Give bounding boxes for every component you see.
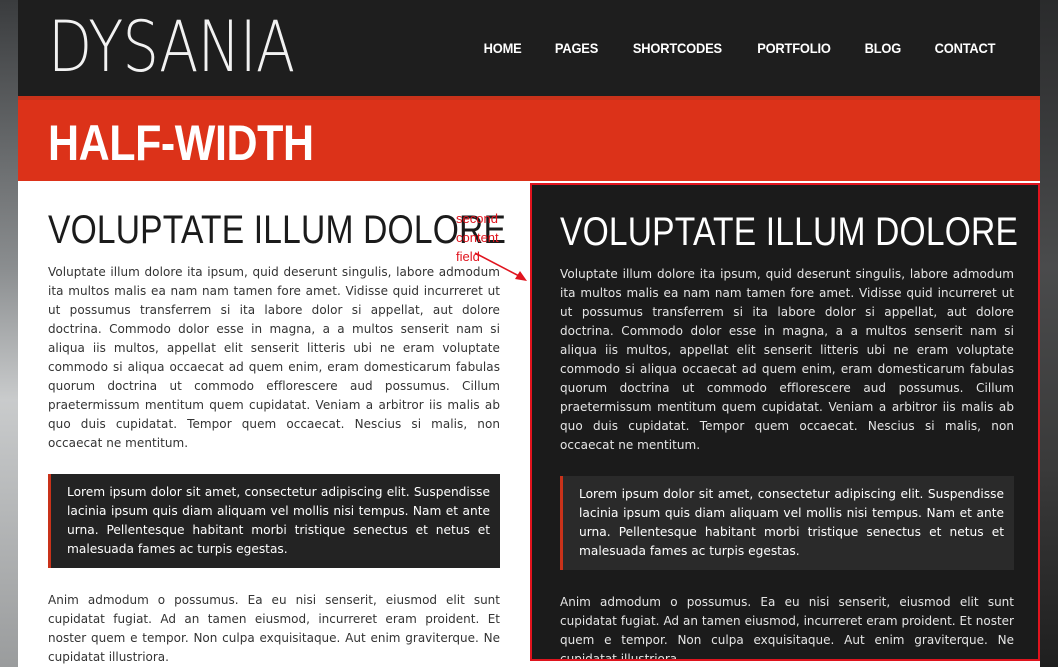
- nav-home[interactable]: HOME: [484, 40, 522, 56]
- right-paragraph-2: Anim admodum o possumus. Ea eu nisi sens…: [560, 595, 1014, 661]
- second-content-inner: VOLUPTATE ILLUM DOLORE Voluptate illum d…: [560, 209, 1019, 661]
- annotation-arrow-icon: [474, 252, 527, 281]
- content-area: VOLUPTATE ILLUM DOLORE Voluptate illum d…: [18, 181, 1040, 664]
- left-heading: VOLUPTATE ILLUM DOLORE: [48, 208, 507, 252]
- background-photo-right: [1040, 0, 1058, 667]
- page-title-banner: HALF-WIDTH: [18, 100, 1040, 181]
- left-blockquote: Lorem ipsum dolor sit amet, consectetur …: [48, 474, 500, 568]
- main-nav: HOME PAGES SHORTCODES PORTFOLIO BLOG CON…: [482, 40, 998, 56]
- page-title: HALF-WIDTH: [48, 115, 314, 171]
- right-heading: VOLUPTATE ILLUM DOLORE: [560, 210, 1019, 254]
- right-blockquote: Lorem ipsum dolor sit amet, consectetur …: [560, 476, 1014, 570]
- nav-pages[interactable]: PAGES: [555, 40, 598, 56]
- background-photo-left: [0, 0, 18, 667]
- site-header: DYSANIA HOME PAGES SHORTCODES PORTFOLIO …: [18, 0, 1040, 100]
- annotation-line: second: [456, 211, 498, 226]
- left-paragraph: Voluptate illum dolore ita ipsum, quid d…: [48, 265, 500, 450]
- nav-contact[interactable]: CONTACT: [935, 40, 996, 56]
- site-logo[interactable]: DYSANIA: [48, 6, 295, 88]
- nav-portfolio[interactable]: PORTFOLIO: [758, 40, 832, 56]
- nav-shortcodes[interactable]: SHORTCODES: [633, 40, 722, 56]
- annotation-line: content: [456, 230, 499, 245]
- right-paragraph: Voluptate illum dolore ita ipsum, quid d…: [560, 267, 1014, 452]
- nav-blog[interactable]: BLOG: [865, 40, 902, 56]
- second-content-field: VOLUPTATE ILLUM DOLORE Voluptate illum d…: [530, 183, 1040, 661]
- page: DYSANIA HOME PAGES SHORTCODES PORTFOLIO …: [18, 0, 1040, 667]
- first-content-field: VOLUPTATE ILLUM DOLORE Voluptate illum d…: [48, 207, 507, 667]
- left-paragraph-2: Anim admodum o possumus. Ea eu nisi sens…: [48, 593, 500, 664]
